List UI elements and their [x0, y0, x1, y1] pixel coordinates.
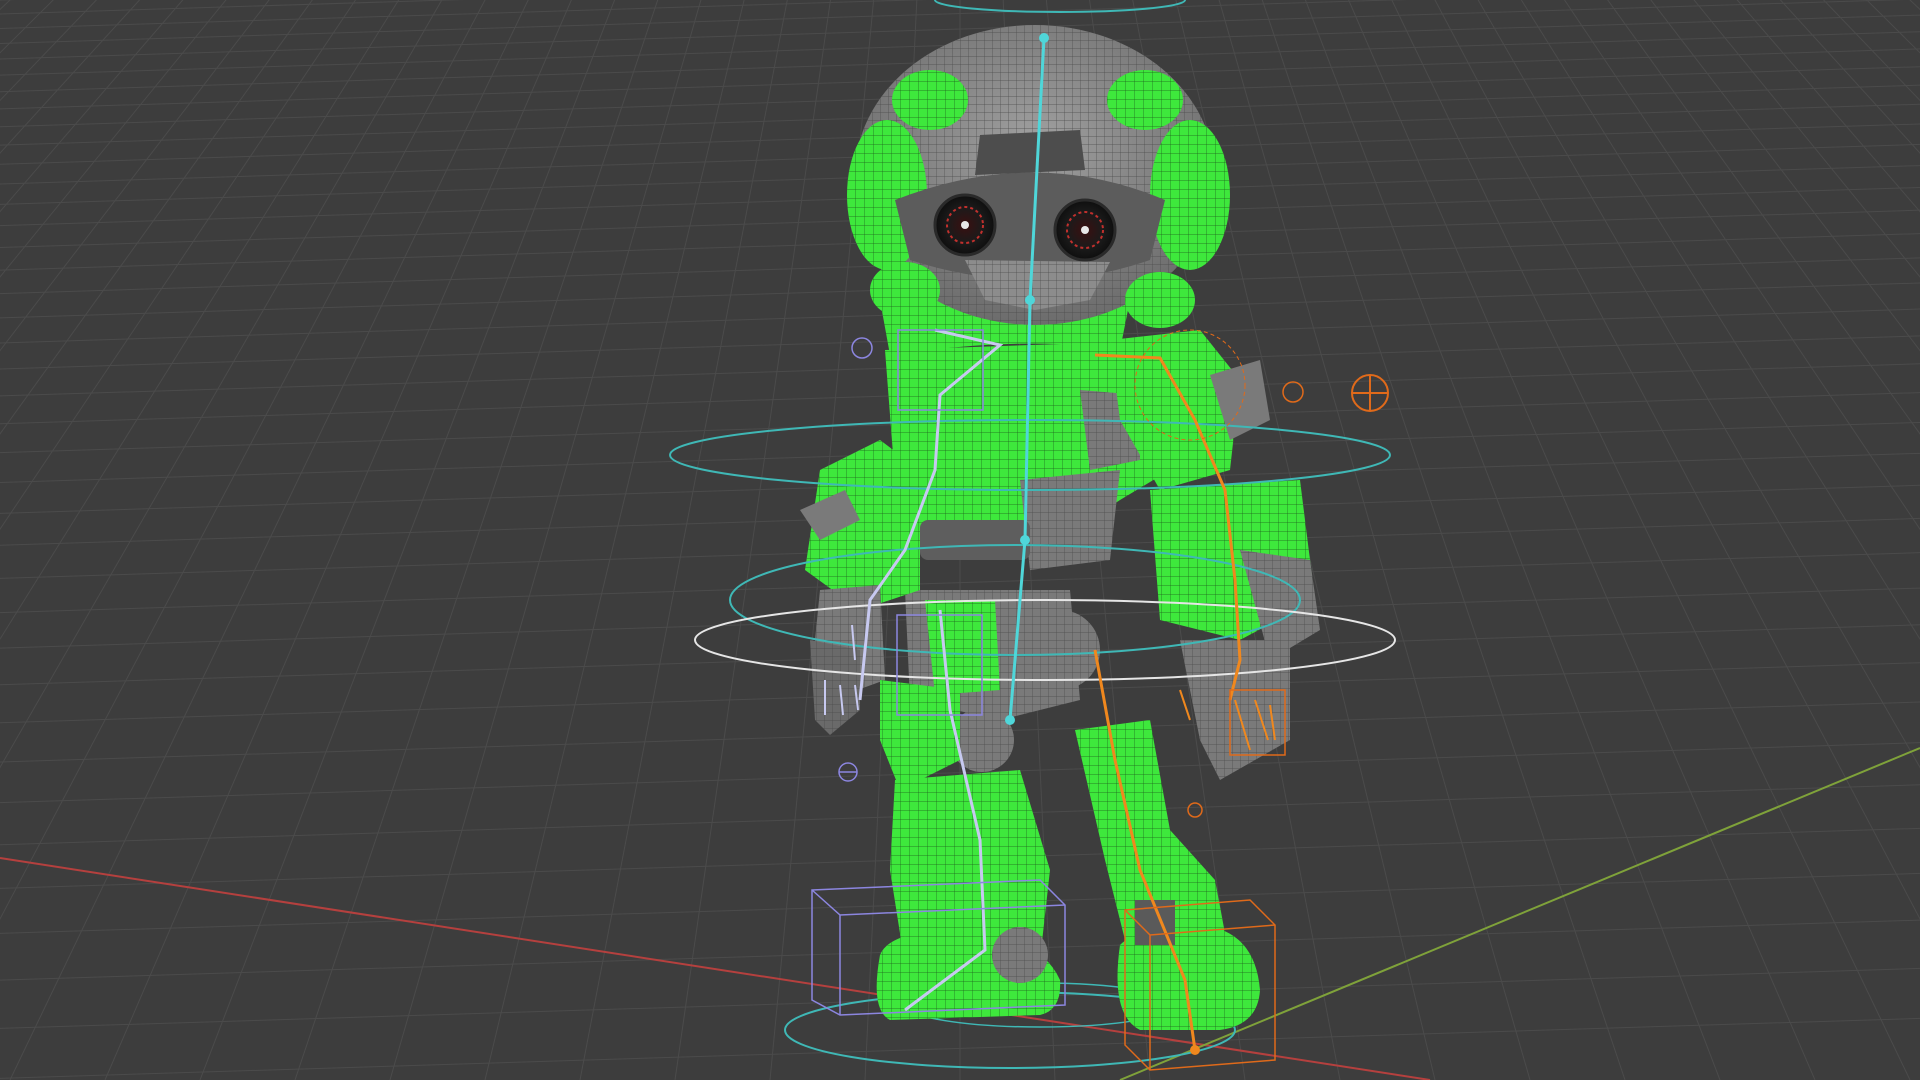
helmet-mesh[interactable]	[847, 25, 1230, 328]
y-axis-line	[1119, 747, 1920, 1080]
right-pole-target[interactable]	[1282, 381, 1304, 403]
robot-character-mesh[interactable]	[800, 25, 1320, 1030]
left-pole-target[interactable]	[851, 337, 873, 359]
root-origin-dot	[1190, 1045, 1200, 1055]
viewport-canvas[interactable]	[0, 0, 1920, 1080]
pole-target-icon[interactable]	[1351, 374, 1389, 412]
right-knee-marker[interactable]	[1187, 802, 1203, 818]
pole-target-icon[interactable]	[838, 762, 858, 782]
3d-viewport[interactable]	[0, 0, 1920, 1080]
right-arm-mesh[interactable]	[1110, 330, 1320, 780]
